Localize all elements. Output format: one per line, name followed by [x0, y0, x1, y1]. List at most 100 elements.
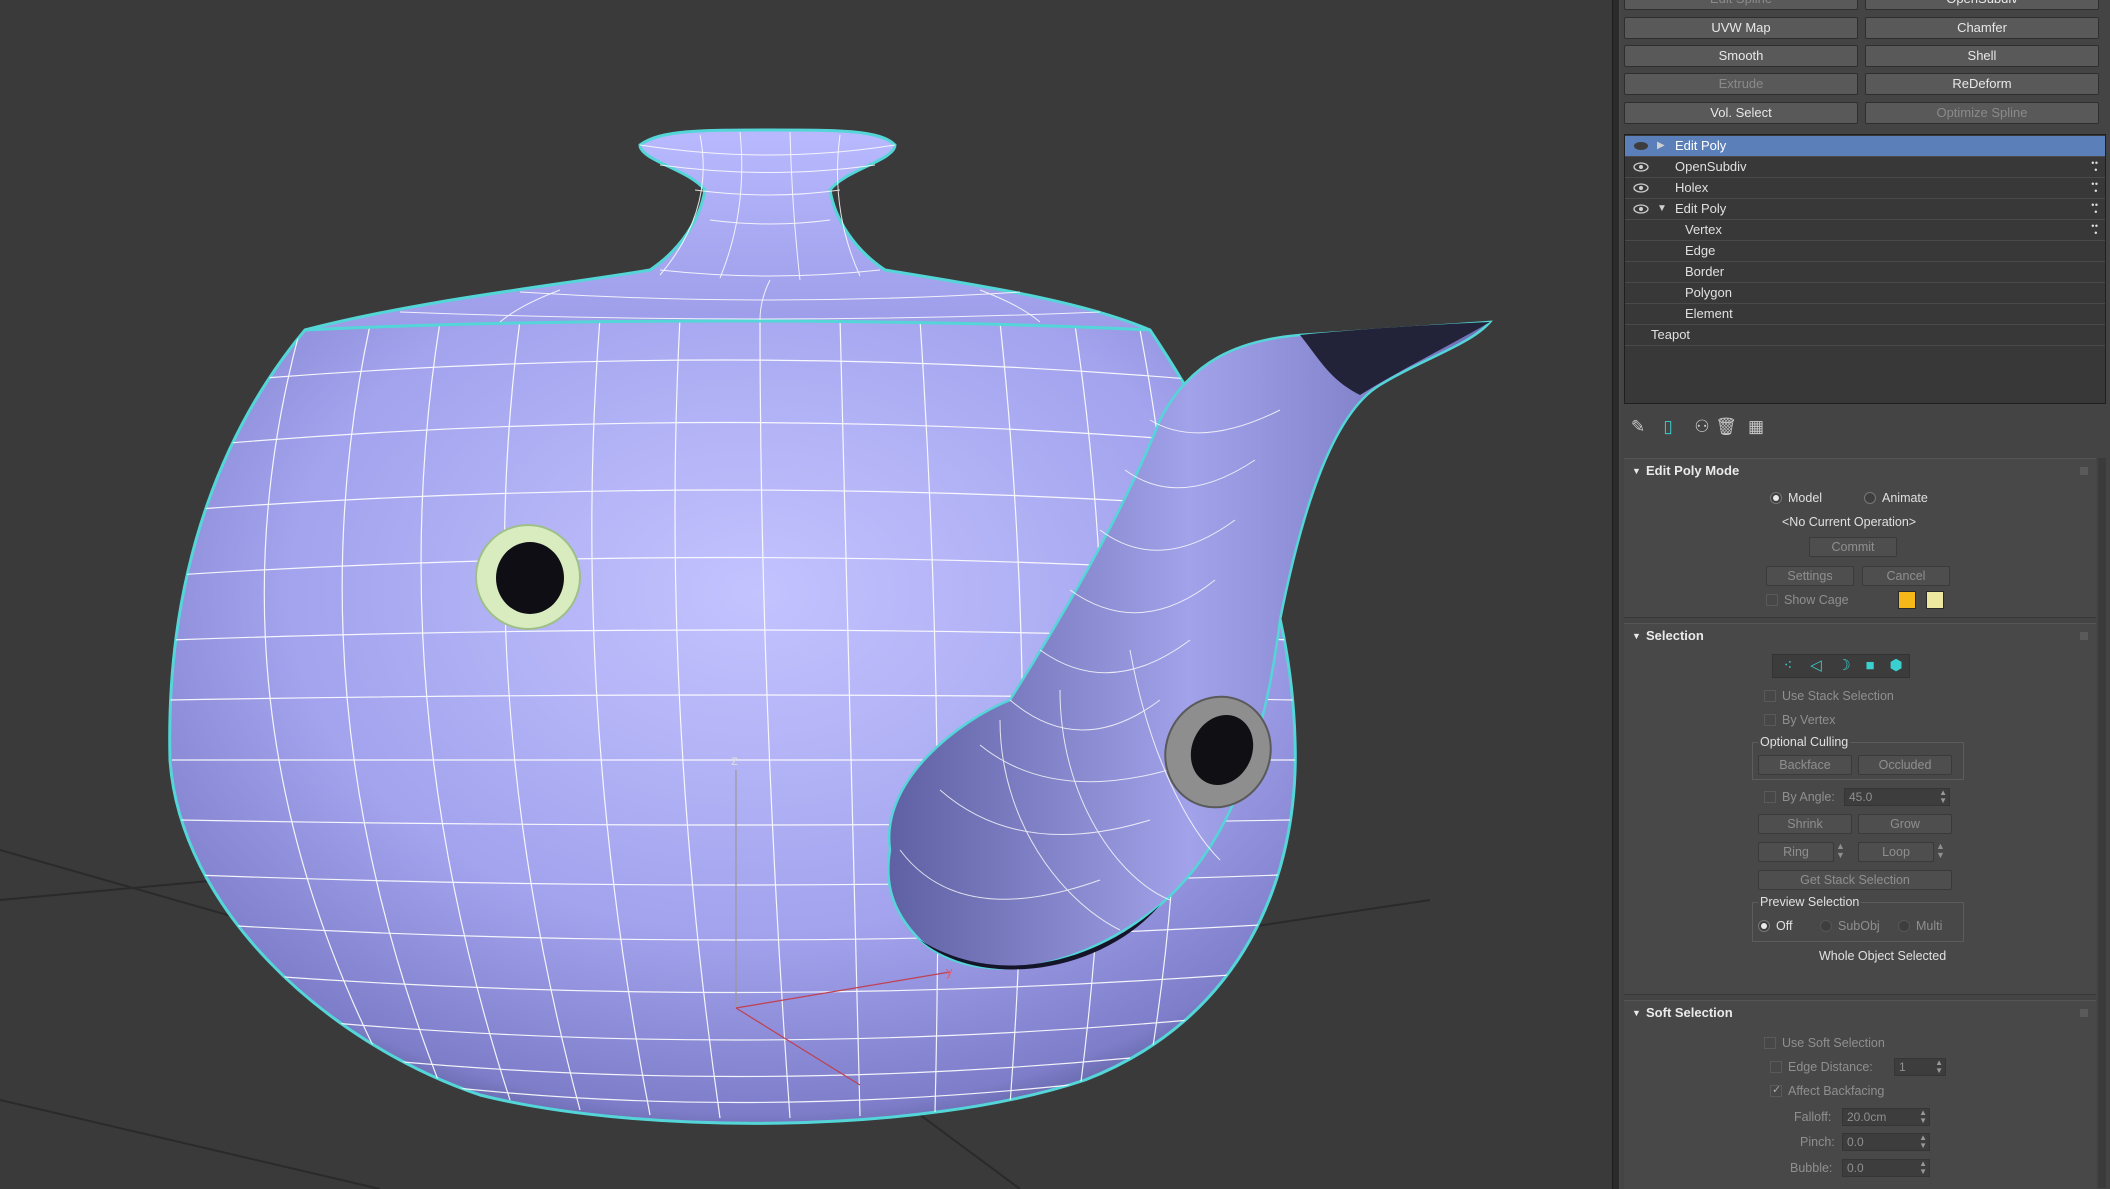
- show-cage-checkbox[interactable]: [1766, 594, 1778, 606]
- vertex-mode-icon[interactable]: ⁖: [1775, 655, 1801, 677]
- opensubdiv-button[interactable]: OpenSubdiv: [1865, 0, 2099, 10]
- model-radio[interactable]: [1770, 492, 1782, 504]
- show-end-result-icon[interactable]: ▯: [1656, 415, 1680, 439]
- extrude-button[interactable]: Extrude: [1624, 73, 1858, 95]
- use-stack-selection-checkbox[interactable]: [1764, 690, 1776, 702]
- element-mode-icon[interactable]: ⬢: [1883, 655, 1909, 677]
- model-label: Model: [1788, 491, 1823, 505]
- make-unique-icon[interactable]: ⚇: [1690, 415, 1714, 439]
- spinner-arrows-icon[interactable]: ▲ ▼: [1919, 1109, 1927, 1125]
- by-angle-spinner[interactable]: 45.0 ▲ ▼: [1844, 788, 1950, 806]
- affect-backfacing-label: Affect Backfacing: [1788, 1084, 1885, 1098]
- chamfer-button[interactable]: Chamfer: [1865, 17, 2099, 39]
- preview-subobj-radio[interactable]: [1820, 920, 1832, 932]
- shell-button[interactable]: Shell: [1865, 45, 2099, 67]
- get-stack-selection-button[interactable]: Get Stack Selection: [1758, 870, 1952, 890]
- redeform-button[interactable]: ReDeform: [1865, 73, 2099, 95]
- loop-button[interactable]: Loop: [1858, 842, 1934, 862]
- stack-item-edit-poly[interactable]: ▼ Edit Poly • • •: [1625, 199, 2105, 220]
- shrink-button[interactable]: Shrink: [1758, 814, 1852, 834]
- ring-button[interactable]: Ring: [1758, 842, 1834, 862]
- stack-subitem-element[interactable]: Element: [1625, 304, 2105, 325]
- collapse-arrow-icon[interactable]: ▼: [1657, 199, 1667, 219]
- axis-y-label: y: [946, 964, 953, 979]
- subobject-level-toolbar: ⁖ ◁ ☽ ■ ⬢: [1772, 654, 1910, 678]
- stack-item-opensubdiv[interactable]: OpenSubdiv • • •: [1625, 157, 2105, 178]
- rollout-header-edit-poly-mode[interactable]: ▼ Edit Poly Mode: [1624, 459, 2096, 483]
- by-angle-checkbox[interactable]: [1764, 791, 1776, 803]
- rollout-collapse-icon[interactable]: ▼: [1632, 1001, 1641, 1025]
- teapot-mesh[interactable]: [168, 128, 1493, 1125]
- drag-handle-icon[interactable]: • • •: [2091, 180, 2098, 196]
- by-vertex-checkbox[interactable]: [1764, 714, 1776, 726]
- stack-subitem-polygon[interactable]: Polygon: [1625, 283, 2105, 304]
- drag-handle-icon[interactable]: • • •: [2091, 222, 2098, 238]
- cancel-button[interactable]: Cancel: [1862, 566, 1950, 586]
- falloff-spinner[interactable]: 20.0cm ▲ ▼: [1842, 1108, 1930, 1126]
- stack-subitem-vertex[interactable]: Vertex • • •: [1625, 220, 2105, 241]
- panel-scrollbar[interactable]: [2098, 458, 2106, 1188]
- optimize-spline-button[interactable]: Optimize Spline: [1865, 102, 2099, 124]
- polygon-mode-icon[interactable]: ■: [1857, 655, 1883, 677]
- spinner-arrows-icon[interactable]: ▲ ▼: [1919, 1160, 1927, 1176]
- eye-icon[interactable]: [1633, 141, 1649, 151]
- stack-item-teapot[interactable]: Teapot: [1625, 325, 2105, 346]
- edge-mode-icon[interactable]: ◁: [1803, 655, 1829, 677]
- vol-select-button[interactable]: Vol. Select: [1624, 102, 1858, 124]
- rollout-header-selection[interactable]: ▼ Selection: [1624, 624, 2096, 648]
- rollout-collapse-icon[interactable]: ▼: [1632, 459, 1641, 483]
- drag-handle-icon[interactable]: • • •: [2091, 159, 2098, 175]
- drag-handle-icon[interactable]: • • •: [2091, 201, 2098, 217]
- configure-modifier-sets-icon[interactable]: ▦: [1744, 415, 1768, 439]
- pinch-spinner[interactable]: 0.0 ▲ ▼: [1842, 1133, 1930, 1151]
- edge-distance-label: Edge Distance:: [1788, 1060, 1873, 1074]
- expand-arrow-icon[interactable]: ▶: [1657, 136, 1665, 156]
- grow-button[interactable]: Grow: [1858, 814, 1952, 834]
- stack-item-holex[interactable]: Holex • • •: [1625, 178, 2105, 199]
- occluded-button[interactable]: Occluded: [1858, 755, 1952, 775]
- settings-button[interactable]: Settings: [1766, 566, 1854, 586]
- viewport-canvas[interactable]: z y: [0, 0, 1612, 1189]
- edit-spline-button[interactable]: Edit Spline: [1624, 0, 1858, 10]
- eye-icon[interactable]: [1633, 183, 1649, 193]
- remove-modifier-icon[interactable]: 🗑: [1714, 415, 1738, 439]
- modifier-stack[interactable]: ▶ Edit Poly OpenSubdiv • • • Holex • • •…: [1624, 134, 2106, 404]
- smooth-button[interactable]: Smooth: [1624, 45, 1858, 67]
- pin-stack-icon[interactable]: ✎: [1626, 415, 1650, 439]
- animate-radio[interactable]: [1864, 492, 1876, 504]
- spinner-arrows-icon[interactable]: ▲ ▼: [1935, 1059, 1943, 1075]
- commit-button[interactable]: Commit: [1809, 537, 1897, 557]
- rollout-selection: ▼ Selection ⁖ ◁ ☽ ■ ⬢ Use Stack Selectio…: [1624, 623, 2096, 995]
- bubble-spinner[interactable]: 0.0 ▲ ▼: [1842, 1159, 1930, 1177]
- rollout-pin-icon[interactable]: [2080, 467, 2088, 475]
- panel-splitter[interactable]: [1612, 0, 1620, 1189]
- cage-color-swatch-2[interactable]: [1926, 591, 1944, 609]
- ring-spinner-icon[interactable]: ▲ ▼: [1836, 842, 1845, 860]
- use-soft-selection-checkbox[interactable]: [1764, 1037, 1776, 1049]
- edge-distance-spinner[interactable]: 1 ▲ ▼: [1894, 1058, 1946, 1076]
- border-mode-icon[interactable]: ☽: [1831, 655, 1857, 677]
- rollout-pin-icon[interactable]: [2080, 632, 2088, 640]
- stack-toolbar: ✎ ▯ ⚇ 🗑 ▦: [1624, 410, 2106, 444]
- rollout-pin-icon[interactable]: [2080, 1009, 2088, 1017]
- backface-button[interactable]: Backface: [1758, 755, 1852, 775]
- affect-backfacing-checkbox[interactable]: ✓: [1770, 1084, 1782, 1097]
- preview-multi-radio[interactable]: [1898, 920, 1910, 932]
- rollout-collapse-icon[interactable]: ▼: [1632, 624, 1641, 648]
- 3d-viewport[interactable]: z y: [0, 0, 1612, 1189]
- stack-item-edit-poly-top[interactable]: ▶ Edit Poly: [1625, 136, 2105, 157]
- preview-off-radio[interactable]: [1758, 920, 1770, 932]
- spinner-arrows-icon[interactable]: ▲ ▼: [1919, 1134, 1927, 1150]
- spinner-arrows-icon[interactable]: ▲ ▼: [1939, 789, 1947, 805]
- eye-icon[interactable]: [1633, 204, 1649, 214]
- edge-distance-checkbox[interactable]: [1770, 1061, 1782, 1073]
- uvw-map-button[interactable]: UVW Map: [1624, 17, 1858, 39]
- loop-spinner-icon[interactable]: ▲ ▼: [1936, 842, 1945, 860]
- stack-subitem-border[interactable]: Border: [1625, 262, 2105, 283]
- cage-color-swatch-1[interactable]: [1898, 591, 1916, 609]
- rollout-header-soft-selection[interactable]: ▼ Soft Selection: [1624, 1001, 2096, 1025]
- eye-icon[interactable]: [1633, 162, 1649, 172]
- stack-subitem-edge[interactable]: Edge: [1625, 241, 2105, 262]
- use-stack-selection-label: Use Stack Selection: [1782, 689, 1894, 703]
- optional-culling-label: Optional Culling: [1758, 735, 1851, 749]
